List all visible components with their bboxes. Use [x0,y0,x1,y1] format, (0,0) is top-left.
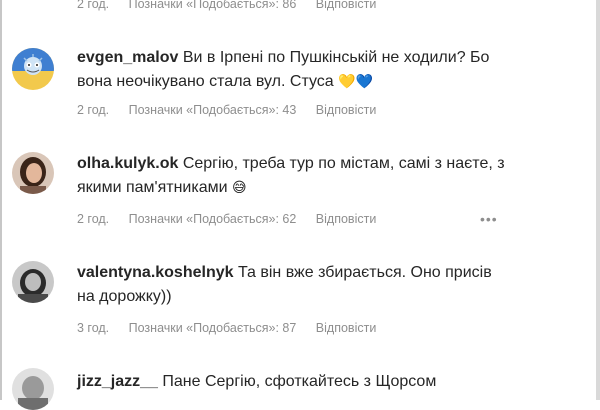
comment-text: jizz_jazz__ Пане Сергію, сфоткайтесь з Щ… [77,370,577,394]
comment-meta: 2 год. Позначки «Подобається»: 43 Відпов… [77,103,376,117]
sweat-smile-emoji: 😅 [232,180,247,196]
avatar[interactable] [12,368,54,410]
comment-text-line1: Ви в Ірпені по Пушкінській не ходили? Бо [182,49,490,66]
comment-username[interactable]: jizz_jazz__ [77,373,158,390]
reply-button[interactable]: Відповісти [316,103,377,117]
comment-username[interactable]: olha.kulyk.ok [77,155,178,172]
comment-time: 2 год. [77,212,110,226]
avatar[interactable] [12,48,54,90]
comment-meta-previous: 2 год. Позначки «Подобається»: 86 Відпов… [77,0,376,11]
more-options-icon[interactable]: ••• [480,211,498,227]
comment-text-line2: на дорожку)) [77,288,172,305]
comment-likes-count[interactable]: Позначки «Подобається»: 43 [129,103,297,117]
comment-time: 2 год. [77,0,110,11]
comment-text: olha.kulyk.ok Сергію, треба тур по міста… [77,152,577,200]
reply-button[interactable]: Відповісти [316,321,377,335]
comment-meta: 2 год. Позначки «Подобається»: 62 Відпов… [77,212,376,226]
comment-username[interactable]: evgen_malov [77,49,178,66]
comment-text-line1: Сергію, треба тур по містам, самі з наєт… [182,155,505,172]
comment-text-line2: вона неочікувано стала вул. Стуса [77,73,339,90]
heart-emoji: 💛💙 [338,74,373,90]
comment-likes-count[interactable]: Позначки «Подобається»: 86 [129,0,297,11]
right-border [596,0,600,400]
comment-text-line2: якими пам'ятниками [77,179,232,196]
comment-text-line1: Та він вже збирається. Оно присів [237,264,492,281]
reply-button[interactable]: Відповісти [316,0,377,11]
avatar[interactable] [12,152,54,194]
avatar[interactable] [12,261,54,303]
comment-username[interactable]: valentyna.koshelnyk [77,264,234,281]
comment-text-line1: Пане Сергію, сфоткайтесь з Щорсом [162,373,437,390]
comment-meta: 3 год. Позначки «Подобається»: 87 Відпов… [77,321,376,335]
comment-likes-count[interactable]: Позначки «Подобається»: 62 [129,212,297,226]
comment-text: valentyna.koshelnyk Та він вже збираєтьс… [77,261,577,309]
comment-likes-count[interactable]: Позначки «Подобається»: 87 [129,321,297,335]
comment-time: 2 год. [77,103,110,117]
comment-text: evgen_malov Ви в Ірпені по Пушкінській н… [77,46,577,94]
comment-time: 3 год. [77,321,110,335]
left-border [0,0,2,400]
reply-button[interactable]: Відповісти [316,212,377,226]
